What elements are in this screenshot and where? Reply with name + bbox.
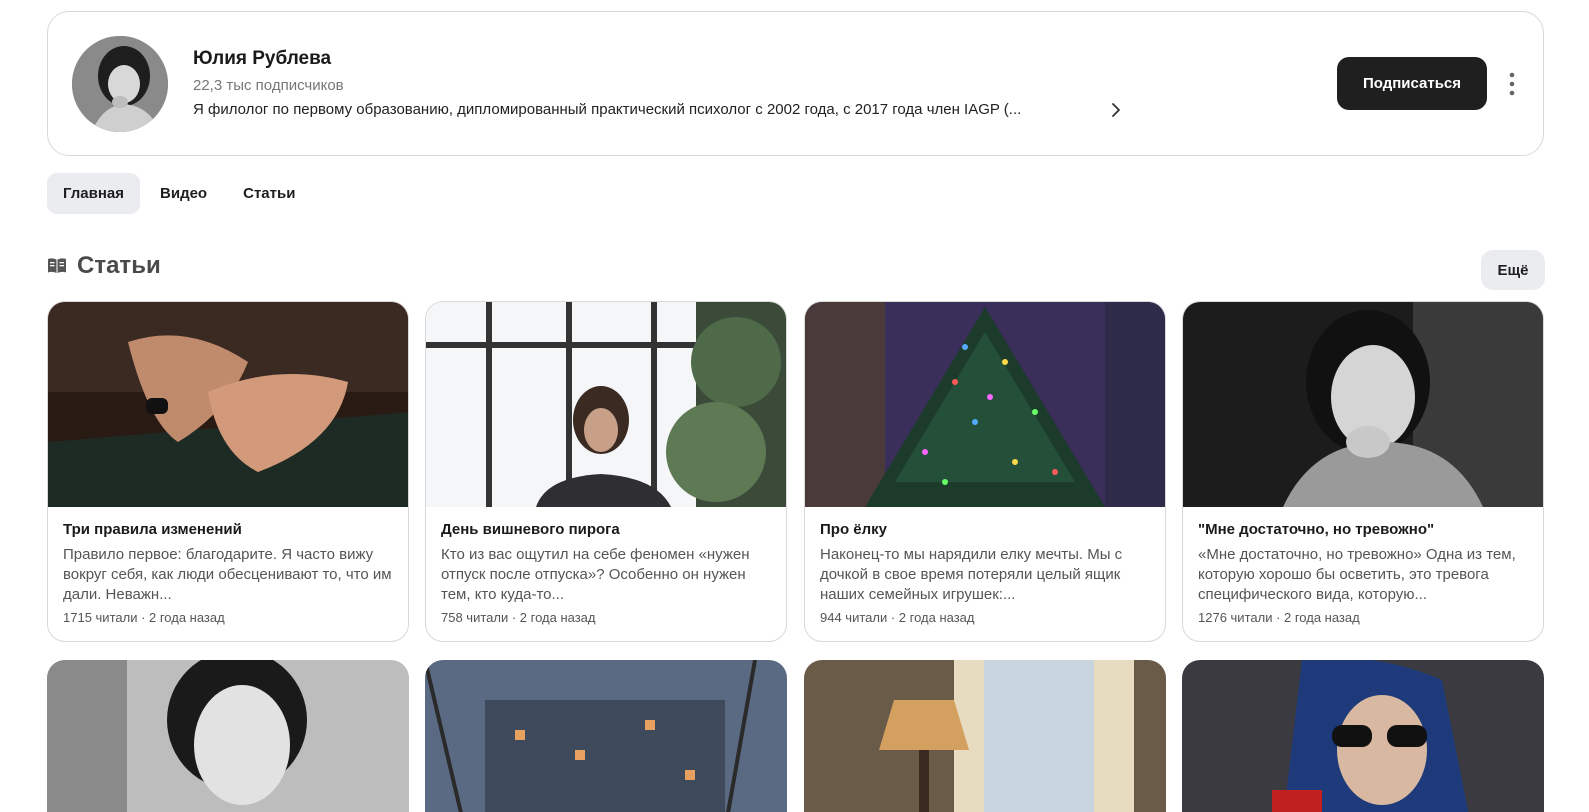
channel-description[interactable]: Я филолог по первому образованию, диплом… bbox=[193, 101, 1093, 118]
article-snippet: «Мне достаточно, но тревожно» Одна из те… bbox=[1198, 546, 1516, 603]
article-title[interactable]: "Мне достаточно, но тревожно" bbox=[1198, 521, 1530, 538]
tab-articles[interactable]: Статьи bbox=[227, 173, 311, 214]
article-title[interactable]: Три правила изменений bbox=[63, 521, 395, 538]
article-card[interactable] bbox=[425, 660, 787, 812]
subscribe-button[interactable]: Подписаться bbox=[1337, 57, 1487, 110]
subscriber-count: 22,3 тыс подписчиков bbox=[193, 77, 344, 94]
article-snippet: Кто из вас ощутил на себе феномен «нужен… bbox=[441, 546, 750, 603]
article-title[interactable]: День вишневого пирога bbox=[441, 521, 773, 538]
article-image bbox=[1182, 660, 1544, 812]
article-meta: 944 читали · 2 года назад bbox=[820, 610, 975, 625]
article-card[interactable] bbox=[1182, 660, 1544, 812]
article-meta: 758 читали · 2 года назад bbox=[441, 610, 596, 625]
channel-name[interactable]: Юлия Рублева bbox=[193, 48, 331, 70]
article-snippet: Наконец-то мы нарядили елку мечты. Мы с … bbox=[820, 546, 1123, 603]
article-card[interactable]: День вишневого пирога Кто из вас ощутил … bbox=[425, 301, 787, 642]
article-card[interactable]: "Мне достаточно, но тревожно" «Мне доста… bbox=[1182, 301, 1544, 642]
article-card[interactable]: Три правила изменений Правило первое: бл… bbox=[47, 301, 409, 642]
article-image bbox=[48, 302, 408, 507]
more-vertical-icon[interactable] bbox=[1500, 68, 1524, 100]
channel-page: Юлия Рублева 22,3 тыс подписчиков Я фило… bbox=[0, 0, 1589, 812]
channel-header-card: Юлия Рублева 22,3 тыс подписчиков Я фило… bbox=[47, 11, 1544, 156]
more-articles-button[interactable]: Ещё bbox=[1481, 250, 1545, 290]
article-image bbox=[425, 660, 787, 812]
article-meta: 1715 читали · 2 года назад bbox=[63, 610, 225, 625]
section-header: Статьи bbox=[47, 252, 161, 280]
article-card[interactable] bbox=[804, 660, 1166, 812]
article-image bbox=[426, 302, 786, 507]
article-book-icon bbox=[47, 256, 67, 276]
article-image bbox=[805, 302, 1165, 507]
article-image bbox=[47, 660, 409, 812]
avatar[interactable] bbox=[72, 36, 168, 132]
article-card[interactable]: Про ёлку Наконец-то мы нарядили елку меч… bbox=[804, 301, 1166, 642]
article-meta: 1276 читали · 2 года назад bbox=[1198, 610, 1360, 625]
article-card[interactable] bbox=[47, 660, 409, 812]
tab-main[interactable]: Главная bbox=[47, 173, 141, 214]
article-title[interactable]: Про ёлку bbox=[820, 521, 1152, 538]
section-title: Статьи bbox=[77, 252, 161, 279]
article-snippet: Правило первое: благодарите. Я часто виж… bbox=[63, 546, 392, 603]
article-image bbox=[804, 660, 1166, 812]
chevron-right-icon[interactable] bbox=[1106, 100, 1126, 120]
channel-tabs: Главная Видео Статьи bbox=[47, 173, 311, 214]
article-image bbox=[1183, 302, 1543, 507]
tab-video[interactable]: Видео bbox=[144, 173, 223, 214]
